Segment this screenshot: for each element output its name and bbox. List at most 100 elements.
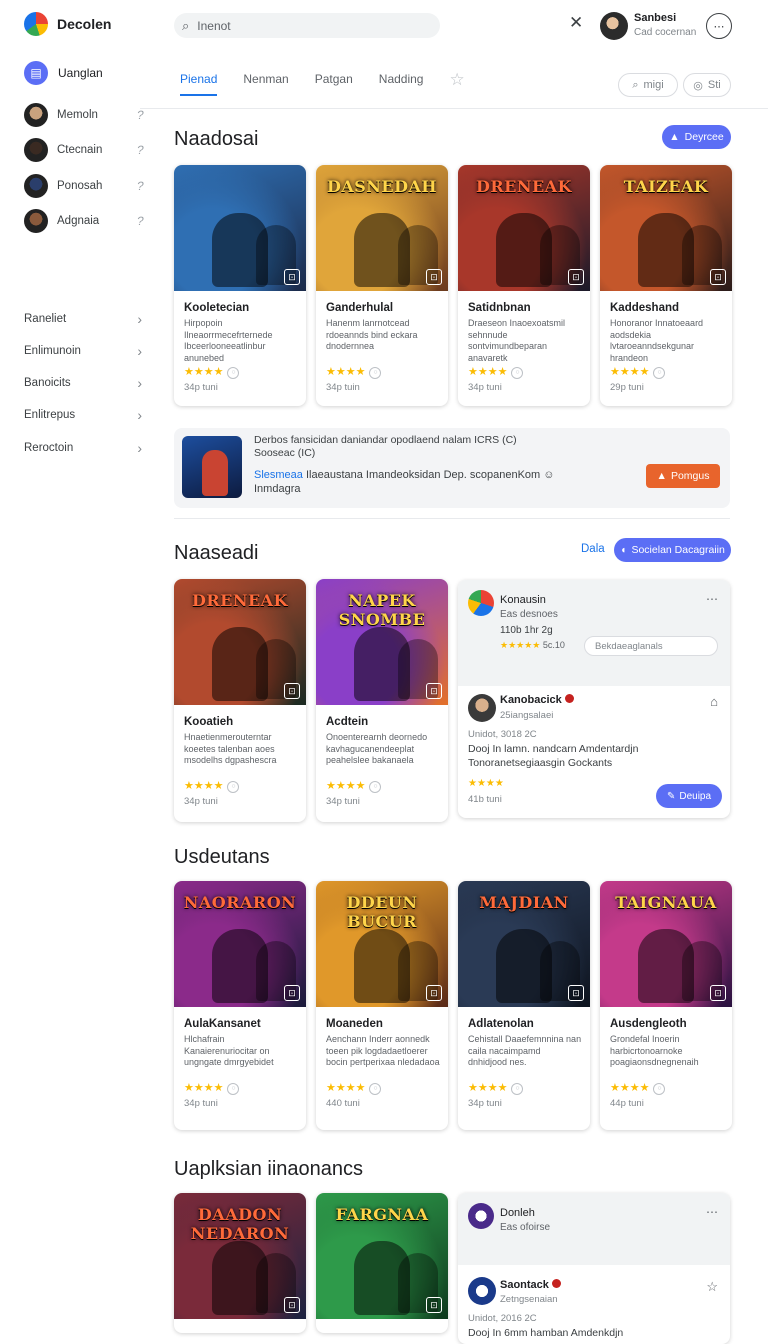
section-action-button[interactable]: ▲ Deyrcee — [662, 125, 731, 149]
game-title: Kooletecian — [184, 302, 250, 314]
tab-2[interactable]: Nenman — [243, 72, 288, 96]
more-icon[interactable]: ⋯ — [706, 13, 732, 39]
chevron-right-icon: › — [137, 440, 142, 456]
game-title: Acdtein — [326, 716, 369, 728]
game-card[interactable]: FARGNAA ⊡ — [316, 1193, 448, 1333]
game-thumbnail[interactable]: FARGNAA ⊡ — [316, 1193, 448, 1319]
user-avatar[interactable] — [600, 12, 628, 40]
game-thumbnail[interactable]: DRENEAK ⊡ — [458, 165, 590, 291]
game-thumbnail[interactable]: NAORARON ⊡ — [174, 881, 306, 1007]
game-rating: ★★★★ ○ — [610, 1081, 666, 1095]
help-icon[interactable]: ? — [136, 179, 145, 193]
info-card[interactable]: Donleh Eas ofoirse ⋯ Saontack Zetngsenai… — [458, 1193, 730, 1344]
avatar — [24, 103, 48, 127]
game-size: 34p tuni — [184, 382, 218, 393]
game-card[interactable]: DAADON NEDARON ⊡ — [174, 1193, 306, 1333]
platform-icon: ⊡ — [568, 985, 584, 1001]
thumbnail-title: FARGNAA — [335, 1205, 429, 1224]
tab-3[interactable]: Patgan — [315, 72, 353, 96]
sidebar-category-label: Raneliet — [24, 313, 67, 325]
game-thumbnail[interactable]: DDEUN BUCUR ⊡ — [316, 881, 448, 1007]
help-icon[interactable]: ? — [136, 108, 145, 122]
reviewer-name: Saontack — [500, 1279, 561, 1291]
section-action-button[interactable]: ◖ Socielan Dacagraiin — [614, 538, 731, 562]
info-name: Donleh — [500, 1207, 535, 1219]
game-thumbnail[interactable]: NAPEK SNOMBE ⊡ — [316, 579, 448, 705]
game-size: 34p tuni — [184, 796, 218, 807]
chevron-right-icon: › — [137, 375, 142, 391]
game-card[interactable]: DRENEAK ⊡ Satidnbnan Draeseon Inaoexoatsmil… — [458, 165, 590, 406]
game-thumbnail[interactable]: TAIGNAUA ⊡ — [600, 881, 732, 1007]
game-card[interactable]: TAIGNAUA ⊡ Ausdengleoth Grondefal Inoerin h… — [600, 881, 732, 1130]
game-card[interactable]: DASNEDAH ⊡ Ganderhulal Hanenm lanrnotcead r… — [316, 165, 448, 406]
game-card[interactable]: NAORARON ⊡ AulaKansanet Hlchafrain Kanaiere… — [174, 881, 306, 1130]
promo-text: Slesmeaa Ilaeaustana Imandeoksidan Dep. … — [254, 469, 555, 495]
tab-1[interactable]: Pienad — [180, 72, 218, 96]
search-bar[interactable]: ⌕ Inenot — [174, 13, 440, 38]
sidebar-category[interactable]: Banoicits › — [24, 373, 142, 393]
game-description: Hanenm lanrnotcead rdoeannds bind eckara… — [326, 318, 418, 351]
game-title: Ausdengleoth — [610, 1018, 687, 1030]
sidebar-category[interactable]: Raneliet › — [24, 309, 142, 329]
game-description: Aenchann Inderr aonnedk toeen pik logdad… — [326, 1034, 440, 1067]
more-icon[interactable]: ⋯ — [706, 592, 718, 606]
sidebar-item-label: Uanglan — [58, 66, 103, 80]
sidebar-person[interactable]: Ponosah? — [24, 173, 145, 199]
tab-settings-button[interactable]: ◎ Sti — [683, 73, 731, 97]
game-thumbnail[interactable]: DASNEDAH ⊡ — [316, 165, 448, 291]
game-thumbnail[interactable]: DAADON NEDARON ⊡ — [174, 1193, 306, 1319]
game-card[interactable]: ⊡ Kooletecian Hirpopoin Ilneaorrmecefrtern… — [174, 165, 306, 406]
game-card[interactable]: MAJDIAN ⊡ Adlatenolan Cehistall Daaefemnnin… — [458, 881, 590, 1130]
reviewer-avatar — [468, 1277, 496, 1305]
sidebar-category-label: Banoicits — [24, 377, 71, 389]
game-rating: ★★★★ ○ — [468, 365, 524, 379]
thumbnail-title: TAIZEAK — [623, 177, 709, 196]
game-card[interactable]: NAPEK SNOMBE ⊡ Acdtein Onoenterearnh deorne… — [316, 579, 448, 822]
sidebar-category[interactable]: Enlitrepus › — [24, 405, 142, 425]
info-icon: ○ — [227, 780, 240, 793]
more-icon[interactable]: ⋯ — [706, 1205, 718, 1219]
game-card[interactable]: TAIZEAK ⊡ Kaddeshand Honoranor Innatoeaard … — [600, 165, 732, 406]
section-link[interactable]: Dala — [581, 543, 605, 555]
search-input[interactable]: Inenot — [197, 19, 230, 33]
info-icon: ○ — [653, 366, 666, 379]
app-name: Decolen — [57, 16, 112, 32]
game-thumbnail[interactable]: TAIZEAK ⊡ — [600, 165, 732, 291]
game-card[interactable]: DRENEAK ⊡ Kooatieh Hnaetienmerouterntar koe… — [174, 579, 306, 822]
help-icon[interactable]: ? — [136, 143, 145, 157]
sidebar-category[interactable]: Enlimunoin › — [24, 341, 142, 361]
promo-link[interactable]: Slesmeaa — [254, 469, 303, 481]
user-name: Sanbesi — [634, 12, 677, 24]
star-icon[interactable]: ☆ — [706, 1279, 718, 1295]
sidebar-item-main[interactable]: ▤ Uanglan — [12, 58, 142, 88]
promo-banner[interactable]: Derbos fansicidan daniandar opodlaend na… — [174, 428, 730, 508]
promo-button[interactable]: ▲ Pomgus — [646, 464, 720, 488]
game-thumbnail[interactable]: MAJDIAN ⊡ — [458, 881, 590, 1007]
review-button[interactable]: ✎ Deuipa — [656, 784, 722, 808]
close-icon[interactable]: ✕ — [569, 13, 583, 33]
tab-search-button[interactable]: ⌕ migi — [618, 73, 678, 97]
help-icon[interactable]: ? — [136, 214, 145, 228]
thumbnail-title: DDEUN BUCUR — [346, 893, 418, 931]
star-icon[interactable]: ☆ — [449, 70, 464, 94]
info-card-header — [458, 580, 730, 686]
game-thumbnail[interactable]: DRENEAK ⊡ — [174, 579, 306, 705]
sidebar-person[interactable]: Memoln? — [24, 102, 145, 128]
platform-icon: ⊡ — [284, 985, 300, 1001]
info-subtitle: Eas desnoes — [500, 609, 558, 620]
review-size: 41b tuni — [468, 794, 502, 805]
game-description: Draeseon Inaoexoatsmil sehnnude sontvimu… — [468, 318, 566, 363]
info-input[interactable]: Bekdaeaglanals — [584, 636, 718, 656]
platform-icon: ⊡ — [284, 1297, 300, 1313]
app-logo[interactable] — [24, 12, 48, 36]
sidebar-category[interactable]: Reroctoin › — [24, 438, 142, 458]
sidebar-category-label: Reroctoin — [24, 442, 74, 454]
info-card[interactable]: Konausin Eas desnoes 110b 1hr 2g ★★★★★ 5… — [458, 580, 730, 818]
game-card[interactable]: DDEUN BUCUR ⊡ Moaneden Aenchann Inderr aonn… — [316, 881, 448, 1130]
platform-icon: ⊡ — [710, 985, 726, 1001]
sidebar-person[interactable]: Adgnaia? — [24, 208, 145, 234]
tab-4[interactable]: Nadding — [379, 72, 424, 96]
bookmark-icon[interactable]: ⌂ — [710, 694, 718, 709]
game-thumbnail[interactable]: ⊡ — [174, 165, 306, 291]
sidebar-person[interactable]: Ctecnain? — [24, 137, 145, 163]
